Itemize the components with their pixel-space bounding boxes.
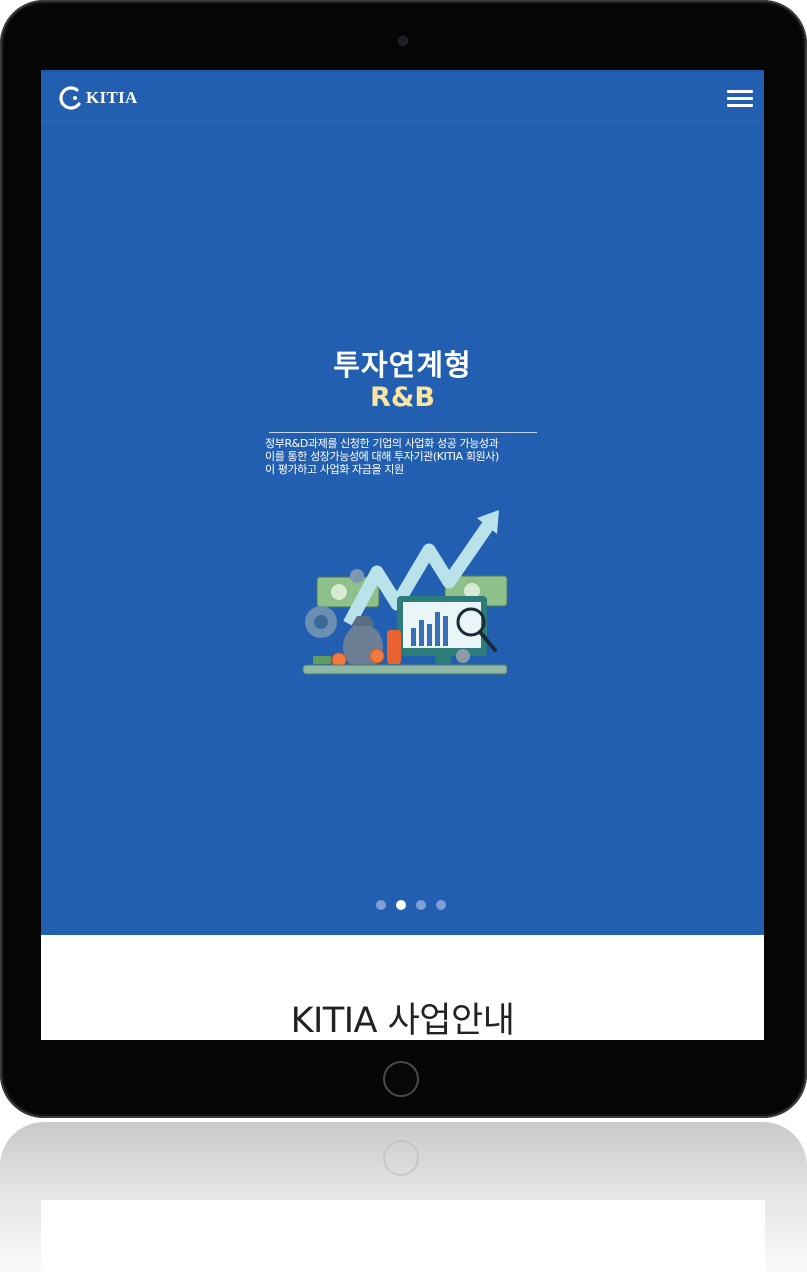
hero-subtitle: R&B (370, 382, 435, 413)
home-button[interactable] (383, 1061, 419, 1097)
logo-text: KITIA (86, 88, 138, 107)
investment-growth-illustration (302, 510, 508, 675)
screen-reflection (41, 1200, 765, 1272)
hero-description: 정부R&D과제를 신청한 기업의 사업화 성공 가능성과 이를 통한 성장가능성… (265, 437, 499, 476)
section-title: KITIA 사업안내 (290, 1001, 515, 1040)
camera-icon (399, 37, 407, 45)
hero-title: 투자연계형 (333, 348, 472, 382)
tablet-frame: KITIA 투자연계형 R&B 정부R&D과제를 신청한 기업의 사업화 성공 … (0, 0, 807, 1118)
device-screen: KITIA 투자연계형 R&B 정부R&D과제를 신청한 기업의 사업화 성공 … (41, 70, 764, 1040)
home-button-reflection (383, 1140, 419, 1176)
carousel-dot-2[interactable] (396, 900, 406, 910)
hero-banner: KITIA 투자연계형 R&B 정부R&D과제를 신청한 기업의 사업화 성공 … (41, 70, 764, 935)
hamburger-menu-icon[interactable] (727, 90, 753, 108)
carousel-dot-1[interactable] (376, 900, 386, 910)
logo[interactable]: KITIA (59, 84, 138, 112)
top-navbar: KITIA (41, 70, 764, 122)
carousel-dot-3[interactable] (416, 900, 426, 910)
hero-divider (269, 432, 537, 433)
kitia-logo-icon (59, 86, 81, 110)
carousel-dot-4[interactable] (436, 900, 446, 910)
tablet-reflection (0, 1122, 807, 1272)
carousel-indicator (376, 900, 446, 910)
